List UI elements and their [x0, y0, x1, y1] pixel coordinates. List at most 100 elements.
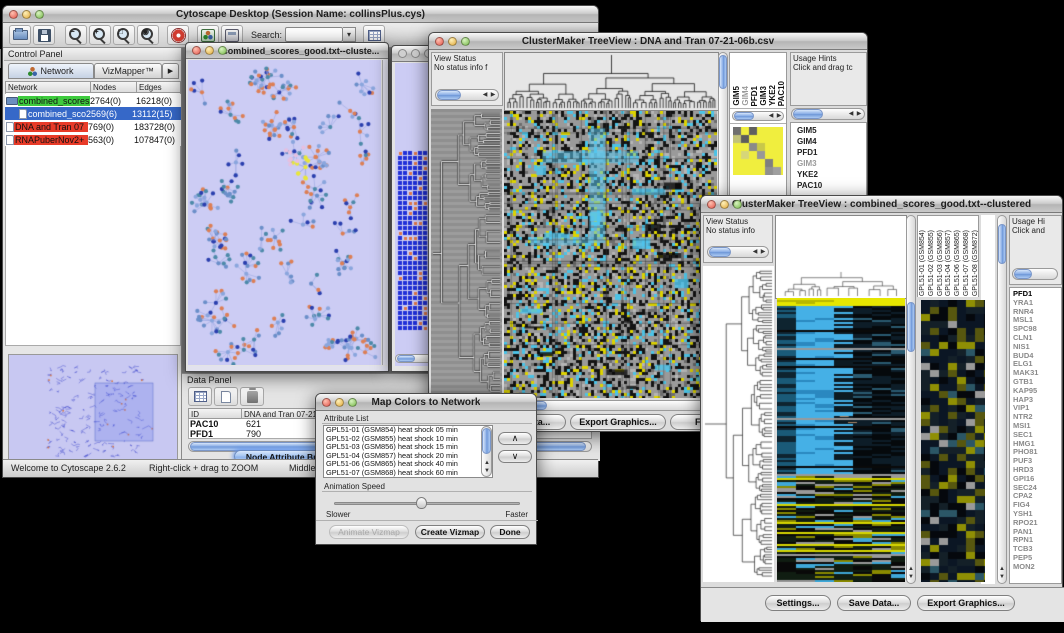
- scroll-up-icon[interactable]: ▲: [483, 460, 491, 467]
- table-row[interactable]: PAC10: [190, 419, 218, 429]
- array-label[interactable]: GPL51-01 (GSM854): [919, 230, 928, 296]
- col-header-edges[interactable]: Edges: [137, 81, 181, 93]
- window-controls[interactable]: [435, 37, 470, 46]
- main-titlebar[interactable]: Cytoscape Desktop (Session Name: collins…: [3, 6, 598, 23]
- network-hscrollbar[interactable]: [188, 366, 388, 371]
- minimize-icon[interactable]: [205, 46, 214, 55]
- treeview1-titlebar[interactable]: ClusterMaker TreeView : DNA and Tran 07-…: [429, 33, 867, 50]
- new-attribute-button[interactable]: [214, 387, 238, 406]
- open-session-button[interactable]: [9, 25, 31, 45]
- search-dropdown-button[interactable]: ▾: [343, 27, 356, 42]
- zoom-window-icon[interactable]: [348, 398, 357, 407]
- view-status-scrollbar[interactable]: ◀ ▶: [707, 246, 769, 258]
- array-label[interactable]: YKE2: [768, 85, 777, 106]
- search-input[interactable]: [285, 27, 343, 42]
- minimize-icon[interactable]: [720, 200, 729, 209]
- window-controls[interactable]: [322, 398, 357, 407]
- array-label[interactable]: GIM4: [741, 86, 750, 106]
- scroll-right-icon[interactable]: ▶: [855, 111, 863, 118]
- delete-attribute-button[interactable]: [240, 387, 264, 406]
- detail-heatmap-canvas[interactable]: [921, 300, 985, 582]
- create-vizmap-button[interactable]: Create Vizmap: [415, 525, 485, 539]
- table-cell[interactable]: 790: [246, 429, 261, 439]
- close-icon[interactable]: [192, 46, 201, 55]
- row-dendrogram-canvas[interactable]: [431, 109, 502, 398]
- minimize-icon[interactable]: [22, 10, 31, 19]
- zoom-window-icon[interactable]: [733, 200, 742, 209]
- usage-scrollbar[interactable]: [1012, 268, 1058, 280]
- scroll-right-icon[interactable]: ▶: [489, 92, 497, 99]
- array-label[interactable]: PAC10: [777, 81, 786, 106]
- gene-label[interactable]: GIM5: [797, 125, 865, 136]
- gene-label[interactable]: GIM3: [797, 158, 865, 169]
- float-panel-icon[interactable]: [0, 49, 1, 68]
- array-label[interactable]: GIM5: [732, 86, 741, 106]
- close-icon[interactable]: [435, 37, 444, 46]
- correlation-mini-heatmap[interactable]: [733, 127, 783, 175]
- array-label[interactable]: GPL51-08 (GSM872): [972, 230, 979, 296]
- dialog-titlebar[interactable]: Map Colors to Network: [316, 394, 536, 411]
- close-icon[interactable]: [707, 200, 716, 209]
- scroll-thumb[interactable]: [719, 55, 727, 89]
- scroll-up-icon[interactable]: ▲: [998, 566, 1006, 573]
- speed-slider-thumb[interactable]: [416, 497, 427, 509]
- column-dendrogram-canvas[interactable]: [775, 215, 907, 299]
- window-controls[interactable]: [707, 200, 742, 209]
- attribute-list-scrollbar[interactable]: ▲ ▼: [481, 426, 492, 477]
- array-label[interactable]: PFD1: [750, 86, 759, 106]
- view-status-scrollbar[interactable]: ◀ ▶: [435, 89, 499, 101]
- network-row[interactable]: DNA and Tran 07 769(0) 183728(0): [5, 120, 181, 133]
- scroll-thumb[interactable]: [998, 224, 1006, 264]
- scroll-thumb[interactable]: [397, 355, 415, 362]
- label-hscrollbar[interactable]: ◀ ▶: [732, 111, 784, 121]
- table-cell[interactable]: 621: [246, 419, 261, 429]
- scroll-thumb[interactable]: [793, 109, 823, 119]
- col-header-nodes[interactable]: Nodes: [91, 81, 137, 93]
- save-session-button[interactable]: [33, 25, 55, 45]
- scroll-thumb[interactable]: [709, 247, 731, 257]
- network-view-titlebar[interactable]: combined_scores_good.txt--cluste...: [186, 43, 388, 59]
- minimize-icon[interactable]: [411, 49, 420, 58]
- tab-overflow-button[interactable]: ▶: [162, 63, 179, 79]
- scroll-right-icon[interactable]: ▶: [759, 249, 767, 256]
- close-icon[interactable]: [398, 49, 407, 58]
- scroll-right-icon[interactable]: ▶: [775, 113, 783, 120]
- scroll-down-icon[interactable]: ▼: [907, 574, 915, 581]
- column-dendrogram-canvas[interactable]: [504, 52, 719, 111]
- animate-vizmap-button[interactable]: Animate Vizmap: [329, 525, 409, 539]
- scroll-left-icon[interactable]: ◀: [481, 92, 489, 99]
- heatmap-canvas[interactable]: [504, 111, 717, 398]
- col-header-id[interactable]: ID: [188, 408, 242, 419]
- zoom-window-icon[interactable]: [35, 10, 44, 19]
- scroll-down-icon[interactable]: ▼: [483, 468, 491, 475]
- scroll-thumb[interactable]: [734, 112, 754, 120]
- scroll-down-icon[interactable]: ▼: [998, 574, 1006, 581]
- minimize-icon[interactable]: [448, 37, 457, 46]
- export-graphics-button[interactable]: Export Graphics...: [917, 595, 1015, 611]
- heatmap-vscrollbar[interactable]: ▲ ▼: [906, 215, 916, 584]
- zoom-selected-button[interactable]: ◉: [137, 25, 159, 45]
- network-row-selected[interactable]: combined_sco 2569(6) 13112(15): [5, 107, 181, 120]
- network-canvas[interactable]: [188, 60, 381, 365]
- col-header-network[interactable]: Network: [5, 81, 91, 93]
- save-data-button[interactable]: Save Data...: [837, 595, 911, 611]
- network-overview-canvas[interactable]: [9, 355, 177, 459]
- gene-label[interactable]: YKE2: [797, 169, 865, 180]
- gene-label[interactable]: GIM4: [797, 136, 865, 147]
- move-up-button[interactable]: ∧: [498, 432, 532, 445]
- treeview2-titlebar[interactable]: ClusterMaker TreeView : combined_scores_…: [701, 196, 1062, 213]
- window-controls[interactable]: [9, 10, 44, 19]
- zoom-fit-button[interactable]: □: [113, 25, 135, 45]
- array-label[interactable]: GPL51-02 (GSM855): [928, 230, 937, 296]
- array-label[interactable]: GPL51-06 (GSM865): [954, 230, 963, 296]
- scroll-left-icon[interactable]: ◀: [751, 249, 759, 256]
- scroll-thumb[interactable]: [907, 302, 915, 352]
- zoom-out-button[interactable]: −: [65, 25, 87, 45]
- gene-label[interactable]: MON2: [1013, 563, 1061, 572]
- minimize-icon[interactable]: [335, 398, 344, 407]
- zoom-window-icon[interactable]: [461, 37, 470, 46]
- network-overview-panel[interactable]: [8, 354, 178, 460]
- usage-scrollbar[interactable]: ◀ ▶: [791, 108, 865, 120]
- done-button[interactable]: Done: [490, 525, 530, 539]
- table-row[interactable]: PFD1: [190, 429, 213, 439]
